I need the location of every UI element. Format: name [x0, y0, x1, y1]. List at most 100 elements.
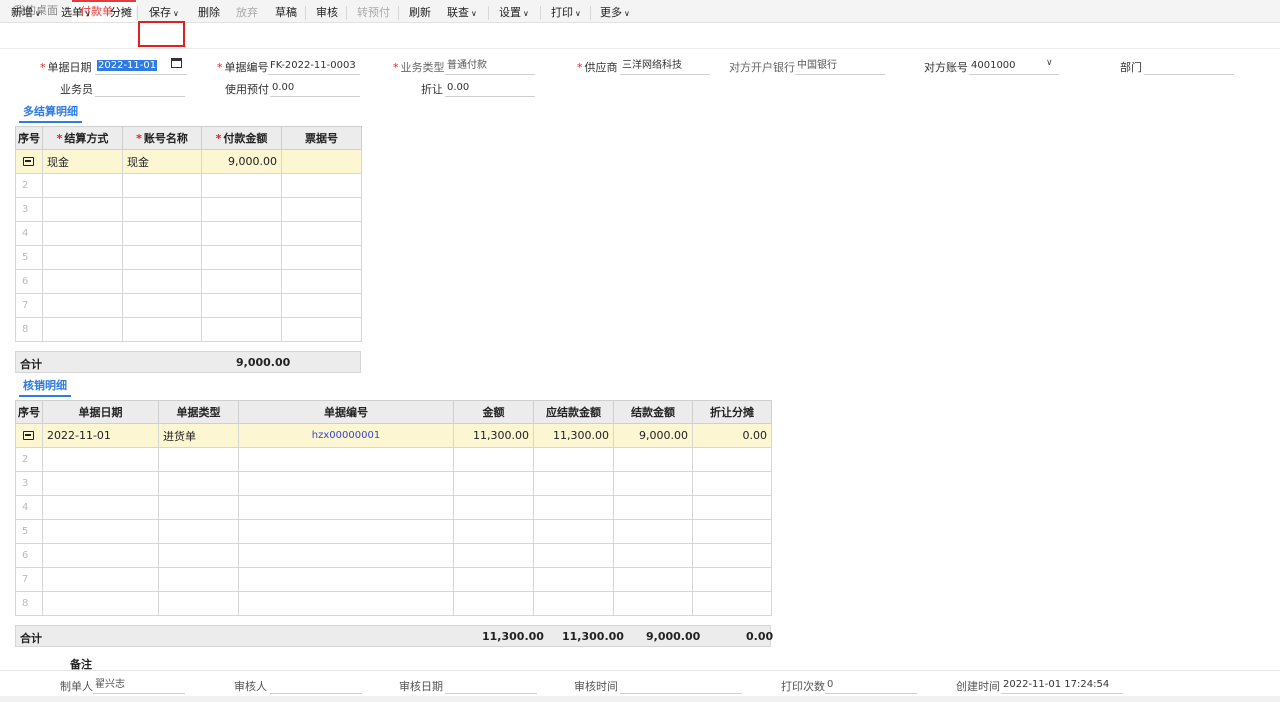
cell-amount[interactable]	[201, 317, 282, 342]
cell-amount[interactable]: 9,000.00	[201, 149, 282, 174]
cell-discount[interactable]	[692, 519, 772, 544]
row-menu-icon[interactable]	[15, 149, 43, 174]
table-row[interactable]: 2	[15, 447, 772, 472]
cell-amount[interactable]	[201, 293, 282, 318]
cell-bill-no[interactable]	[281, 293, 362, 318]
split-button[interactable]: 分摊	[110, 3, 132, 22]
table-row[interactable]: 8	[15, 317, 362, 342]
cell-method[interactable]	[42, 269, 123, 294]
supplier-field[interactable]: 三洋网络科技	[620, 58, 710, 75]
refresh-button[interactable]: 刷新	[409, 3, 431, 22]
cell-no[interactable]	[238, 447, 454, 472]
cell-account-name[interactable]	[122, 293, 202, 318]
abandon-button[interactable]: 放弃	[236, 3, 258, 22]
cell-type[interactable]	[158, 567, 239, 592]
cell-discount[interactable]	[692, 447, 772, 472]
cell-method[interactable]	[42, 197, 123, 222]
writeoff-section-title[interactable]: 核销明细	[19, 377, 71, 397]
cell-type[interactable]: 进货单	[158, 423, 239, 448]
table-row[interactable]: 2	[15, 173, 362, 198]
cell-due[interactable]	[533, 543, 614, 568]
settlement-section-title[interactable]: 多结算明细	[19, 103, 82, 123]
linked-query-button[interactable]: 联查 ∨	[447, 3, 477, 22]
cell-type[interactable]	[158, 591, 239, 616]
cell-amount[interactable]	[453, 447, 534, 472]
cell-settled[interactable]	[613, 591, 693, 616]
table-row[interactable]: 8	[15, 591, 772, 616]
cell-method[interactable]	[42, 221, 123, 246]
remarks-input[interactable]	[95, 655, 1275, 670]
cell-due[interactable]: 11,300.00	[533, 423, 614, 448]
cell-date[interactable]: 2022-11-01	[42, 423, 159, 448]
cell-type[interactable]	[158, 447, 239, 472]
cell-method[interactable]: 现金	[42, 149, 123, 174]
cell-account-name[interactable]	[122, 173, 202, 198]
cell-discount[interactable]	[692, 495, 772, 520]
cell-discount[interactable]	[692, 471, 772, 496]
table-row[interactable]: 4	[15, 495, 772, 520]
cell-discount[interactable]	[692, 567, 772, 592]
cell-date[interactable]	[42, 447, 159, 472]
table-row[interactable]: 3	[15, 471, 772, 496]
to-prepay-button[interactable]: 转预付	[357, 3, 390, 22]
cell-no[interactable]	[238, 567, 454, 592]
save-button[interactable]: 保存 ∨	[149, 3, 179, 22]
discount-field[interactable]: 0.00	[445, 80, 535, 97]
cell-bill-no[interactable]	[281, 149, 362, 174]
cell-no[interactable]	[238, 471, 454, 496]
cell-amount[interactable]	[453, 543, 534, 568]
cell-type[interactable]	[158, 471, 239, 496]
cell-method[interactable]	[42, 317, 123, 342]
cell-account-name[interactable]: 现金	[122, 149, 202, 174]
cell-date[interactable]	[42, 591, 159, 616]
cell-date[interactable]	[42, 567, 159, 592]
table-row[interactable]: 4	[15, 221, 362, 246]
cell-settled[interactable]	[613, 495, 693, 520]
cell-amount[interactable]	[453, 471, 534, 496]
cell-settled[interactable]	[613, 447, 693, 472]
cell-settled[interactable]: 9,000.00	[613, 423, 693, 448]
cell-type[interactable]	[158, 495, 239, 520]
cell-settled[interactable]	[613, 471, 693, 496]
salesman-field[interactable]	[95, 80, 185, 97]
cell-discount[interactable]	[692, 543, 772, 568]
cell-type[interactable]	[158, 543, 239, 568]
cell-settled[interactable]	[613, 519, 693, 544]
cell-account-name[interactable]	[122, 245, 202, 270]
cell-bill-no[interactable]	[281, 173, 362, 198]
cell-type[interactable]	[158, 519, 239, 544]
cell-account-name[interactable]	[122, 197, 202, 222]
select-button[interactable]: 选单 ∨	[61, 3, 91, 22]
cell-settled[interactable]	[613, 567, 693, 592]
new-button[interactable]: 新增 ∨	[11, 3, 41, 22]
cell-amount[interactable]	[201, 197, 282, 222]
table-row[interactable]: 5	[15, 245, 362, 270]
cell-discount[interactable]	[692, 591, 772, 616]
cell-date[interactable]	[42, 495, 159, 520]
cell-date[interactable]	[42, 519, 159, 544]
cell-date[interactable]	[42, 471, 159, 496]
cell-due[interactable]	[533, 447, 614, 472]
chevron-down-icon[interactable]: ∨	[1046, 58, 1053, 68]
cell-method[interactable]	[42, 173, 123, 198]
table-row[interactable]: 5	[15, 519, 772, 544]
cell-account-name[interactable]	[122, 269, 202, 294]
audit-button[interactable]: 审核	[316, 3, 338, 22]
cell-account-name[interactable]	[122, 221, 202, 246]
table-row[interactable]: 7	[15, 567, 772, 592]
cell-amount[interactable]	[201, 173, 282, 198]
print-button[interactable]: 打印 ∨	[551, 3, 581, 22]
cell-amount[interactable]	[453, 591, 534, 616]
cell-due[interactable]	[533, 591, 614, 616]
cell-bill-no[interactable]	[281, 221, 362, 246]
cell-due[interactable]	[533, 495, 614, 520]
delete-button[interactable]: 删除	[198, 3, 220, 22]
cell-discount[interactable]: 0.00	[692, 423, 772, 448]
draft-button[interactable]: 草稿	[275, 3, 297, 22]
cell-bill-no[interactable]	[281, 269, 362, 294]
prepay-field[interactable]: 0.00	[270, 80, 360, 97]
table-row[interactable]: 6	[15, 269, 362, 294]
cell-due[interactable]	[533, 567, 614, 592]
calendar-icon[interactable]	[171, 58, 182, 68]
cell-doc-no-link[interactable]: hzx00000001	[238, 423, 454, 448]
